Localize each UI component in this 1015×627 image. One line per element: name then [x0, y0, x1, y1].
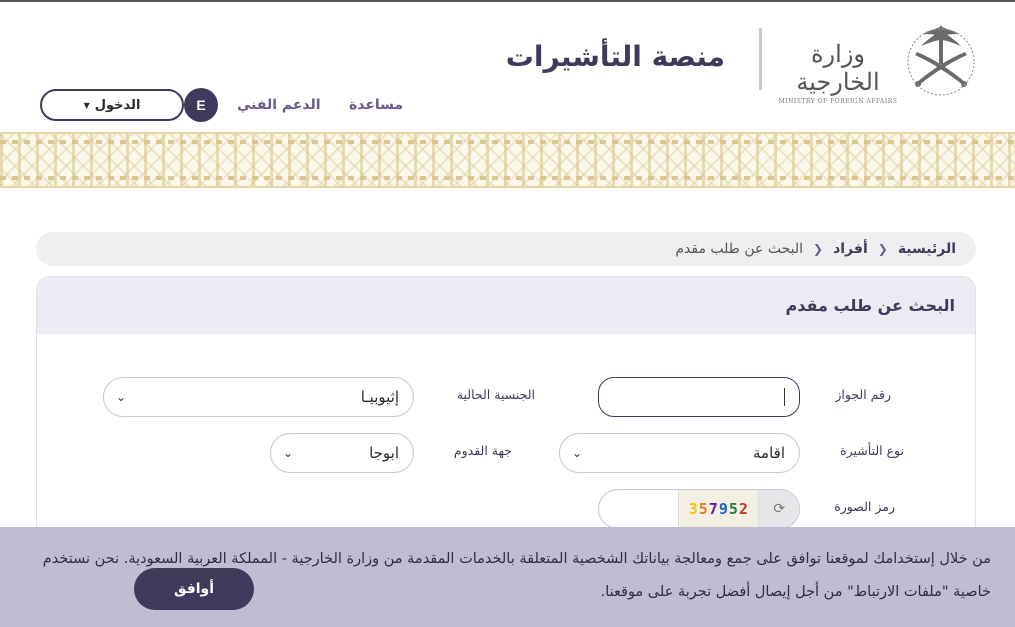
visa-type-label: نوع التأشيرة: [840, 443, 904, 458]
page-title: منصة التأشيرات: [505, 40, 725, 73]
captcha-image: 259753: [678, 490, 760, 528]
visa-type-value: اقامة: [753, 444, 785, 462]
top-nav: الدخول ▼ E: [36, 88, 218, 122]
ministry-name-en: MINISTRY OF FOREIGN AFFAIRS: [778, 98, 898, 105]
visa-type-select[interactable]: اقامة ⌄: [559, 433, 800, 473]
chevron-down-icon: ▼: [83, 100, 90, 110]
passport-input[interactable]: [598, 377, 800, 417]
nationality-select[interactable]: إثيوبيـا ⌄: [103, 377, 414, 417]
agree-button[interactable]: أوافق: [134, 568, 254, 610]
header-divider: [759, 28, 762, 90]
nationality-label: الجنسية الحالية: [456, 387, 535, 402]
nationality-value: إثيوبيـا: [360, 388, 399, 406]
breadcrumb-home[interactable]: الرئيسية: [898, 241, 956, 257]
nav-help-link[interactable]: مساعدة: [349, 97, 403, 113]
ministry-logo: وزارة الخارجية MINISTRY OF FOREIGN AFFAI…: [773, 40, 903, 105]
decorative-pattern-band: [0, 132, 1015, 188]
breadcrumb-current: البحث عن طلب مقدم: [675, 241, 804, 257]
arrival-select[interactable]: ابوجا ⌄: [270, 433, 414, 473]
language-button[interactable]: E: [184, 88, 218, 122]
captcha-label: رمز الصورة: [834, 499, 895, 514]
captcha-field: 259753 ⟳: [598, 489, 800, 529]
chevron-down-icon: ⌄: [572, 446, 583, 460]
refresh-icon[interactable]: ⟳: [759, 490, 799, 528]
login-button[interactable]: الدخول ▼: [40, 89, 184, 121]
text-cursor: [784, 388, 785, 406]
captcha-input[interactable]: [599, 490, 678, 528]
site-header: وزارة الخارجية MINISTRY OF FOREIGN AFFAI…: [0, 0, 1015, 132]
chevron-left-icon: ❮: [877, 242, 888, 256]
login-label: الدخول: [94, 97, 141, 113]
saudi-emblem-icon: [905, 22, 977, 98]
nav-support-link[interactable]: الدعم الفني: [237, 97, 321, 113]
ministry-name-ar: وزارة الخارجية: [796, 40, 880, 96]
card-title: البحث عن طلب مقدم: [37, 277, 975, 334]
chevron-down-icon: ⌄: [283, 446, 294, 460]
arrival-value: ابوجا: [369, 444, 399, 462]
breadcrumb-individuals[interactable]: أفراد: [833, 241, 868, 257]
passport-label: رقم الجواز: [835, 387, 891, 402]
arrival-label: جهة القدوم: [453, 443, 512, 458]
chevron-down-icon: ⌄: [116, 390, 127, 404]
breadcrumb: الرئيسية ❮ أفراد ❮ البحث عن طلب مقدم: [36, 232, 976, 266]
chevron-left-icon: ❮: [813, 242, 824, 256]
